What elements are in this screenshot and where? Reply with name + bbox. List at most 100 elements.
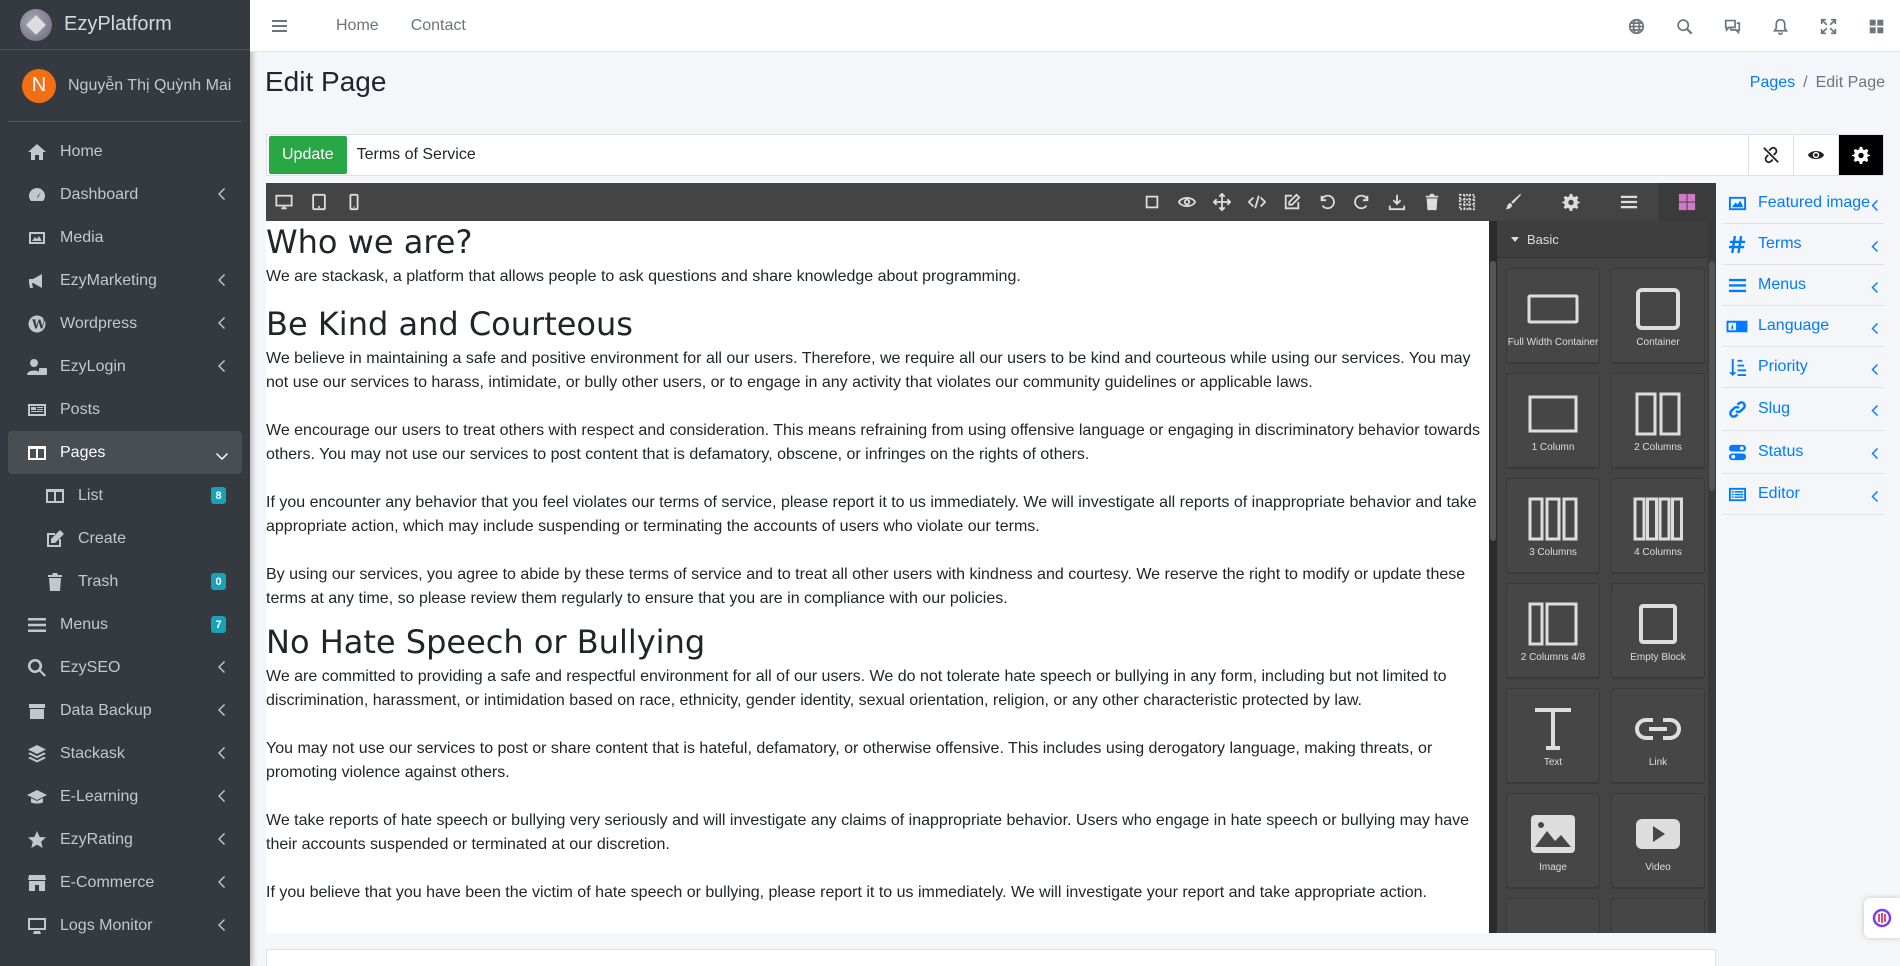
brand-link[interactable]: EzyPlatform (0, 0, 250, 50)
sidebar-item-wordpress[interactable]: W Wordpress (8, 302, 242, 345)
globe-icon[interactable] (1612, 18, 1660, 35)
sidebar-item-dashboard[interactable]: Dashboard (8, 173, 242, 216)
sidebar-item-stackask[interactable]: Stackask (8, 732, 242, 775)
page-title-input[interactable] (346, 136, 1748, 174)
sidebar-item-pages-list[interactable]: List 8 (8, 474, 242, 517)
sidebar-item-pages-create[interactable]: Create (8, 517, 242, 560)
style-manager-icon[interactable] (1484, 183, 1542, 221)
container-icon (1636, 287, 1680, 330)
bell-icon[interactable] (1756, 18, 1804, 35)
block-2-columns[interactable]: 2 Columns (1611, 373, 1705, 468)
mobile-view-icon[interactable] (336, 183, 371, 221)
paragraph-hate-2: You may not use our services to post or … (266, 740, 1433, 781)
nav-link-home[interactable]: Home (336, 17, 379, 35)
blocks-category-basic[interactable]: Basic (1497, 221, 1716, 258)
breadcrumb-link-pages[interactable]: Pages (1750, 74, 1795, 91)
panel-item-language[interactable]: Language (1722, 306, 1884, 347)
download-icon[interactable] (1379, 183, 1414, 221)
comments-icon[interactable] (1708, 18, 1756, 35)
preview-button[interactable] (1793, 135, 1838, 175)
sidebar-item-menus[interactable]: Menus 7 (8, 603, 242, 646)
editor-canvas[interactable]: Who we are? We are stackask, a platform … (266, 221, 1489, 933)
block-more-2[interactable] (1611, 898, 1705, 933)
sidebar-item-ezyseo[interactable]: EzySEO (8, 646, 242, 689)
edit-icon[interactable] (1274, 183, 1309, 221)
hashtag-icon (1726, 234, 1748, 254)
delete-icon[interactable] (1414, 183, 1449, 221)
editor-bottom-area (266, 949, 1716, 966)
redo-icon[interactable] (1344, 183, 1379, 221)
user-panel[interactable]: N Nguyễn Thị Quỳnh Mai (8, 50, 242, 122)
block-empty-block[interactable]: Empty Block (1611, 583, 1705, 678)
sidebar-item-media[interactable]: Media (8, 216, 242, 259)
outline-toggle-icon[interactable] (1134, 183, 1169, 221)
sidebar-item-home[interactable]: Home (8, 130, 242, 173)
block-video[interactable]: Video (1611, 793, 1705, 888)
floating-assistant-button[interactable] (1864, 898, 1900, 938)
block-image[interactable]: Image (1506, 793, 1600, 888)
panel-item-menus[interactable]: Menus (1722, 265, 1884, 306)
panel-item-editor[interactable]: Editor (1722, 474, 1884, 515)
block-full-width-container[interactable]: Full Width Container (1506, 268, 1600, 363)
block-1-column[interactable]: 1 Column (1506, 373, 1600, 468)
image-icon (1726, 193, 1748, 213)
code-icon[interactable] (1239, 183, 1274, 221)
block-link[interactable]: Link (1611, 688, 1705, 783)
grid-icon[interactable] (1449, 183, 1484, 221)
hamburger-menu-icon[interactable] (272, 17, 302, 35)
sidebar-item-ezyrating[interactable]: EzyRating (8, 818, 242, 861)
update-button[interactable]: Update (269, 136, 347, 174)
sidebar-item-ezymarketing[interactable]: EzyMarketing (8, 259, 242, 302)
sidebar-item-e-learning[interactable]: E-Learning (8, 775, 242, 818)
sidebar-item-pages[interactable]: Pages (8, 431, 242, 474)
panel-item-featured-image[interactable]: Featured image (1722, 183, 1884, 224)
tablet-view-icon[interactable] (301, 183, 336, 221)
nav-link-contact[interactable]: Contact (411, 17, 466, 35)
block-container[interactable]: Container (1611, 268, 1705, 363)
four-columns-icon (1633, 497, 1683, 540)
chevron-left-icon (1871, 280, 1878, 298)
blocks-manager-icon[interactable] (1658, 183, 1716, 221)
block-2-columns-4-8[interactable]: 2 Columns 4/8 (1506, 583, 1600, 678)
layer-manager-icon[interactable] (1600, 183, 1658, 221)
trait-settings-icon[interactable] (1542, 183, 1600, 221)
sidebar-item-label: Media (60, 228, 104, 246)
sidebar-item-data-backup[interactable]: Data Backup (8, 689, 242, 732)
move-icon[interactable] (1204, 183, 1239, 221)
count-badge: 8 (211, 487, 226, 504)
undo-icon[interactable] (1309, 183, 1344, 221)
blocks-scrollbar[interactable] (1708, 221, 1716, 933)
megaphone-icon (26, 271, 48, 291)
apps-grid-icon[interactable] (1852, 18, 1900, 35)
sidebar-item-label: Menus (60, 615, 109, 633)
preview-eye-icon[interactable] (1169, 183, 1204, 221)
paragraph-who: We are stackask, a platform that allows … (266, 268, 1021, 285)
desktop-view-icon[interactable] (266, 183, 301, 221)
block-text[interactable]: Text (1506, 688, 1600, 783)
fullscreen-icon[interactable] (1804, 18, 1852, 35)
sidebar-item-posts[interactable]: Posts (8, 388, 242, 431)
list-alt-icon (1726, 484, 1748, 504)
settings-button[interactable] (1838, 135, 1883, 175)
panel-item-status[interactable]: Status (1722, 431, 1884, 474)
sidebar-item-label: Pages (60, 443, 106, 461)
panel-item-terms[interactable]: Terms (1722, 224, 1884, 265)
sidebar-item-pages-trash[interactable]: Trash 0 (8, 560, 242, 603)
chevron-left-icon (1871, 446, 1878, 464)
box-icon (26, 701, 48, 721)
search-icon[interactable] (1660, 18, 1708, 35)
chevron-left-icon (218, 703, 226, 716)
sidebar-item-label: Stackask (60, 744, 125, 762)
count-badge: 7 (211, 616, 226, 633)
sidebar-item-logs-monitor[interactable]: Logs Monitor (8, 904, 242, 947)
sidebar-item-ezylogin[interactable]: EzyLogin (8, 345, 242, 388)
sidebar-item-e-commerce[interactable]: E-Commerce (8, 861, 242, 904)
block-more-1[interactable] (1506, 898, 1600, 933)
panel-item-slug[interactable]: Slug (1722, 388, 1884, 431)
canvas-scrollbar[interactable] (1489, 221, 1497, 933)
block-4-columns[interactable]: 4 Columns (1611, 478, 1705, 573)
chevron-left-icon (218, 875, 226, 888)
unlink-button[interactable] (1748, 135, 1793, 175)
panel-item-priority[interactable]: Priority (1722, 347, 1884, 388)
block-3-columns[interactable]: 3 Columns (1506, 478, 1600, 573)
